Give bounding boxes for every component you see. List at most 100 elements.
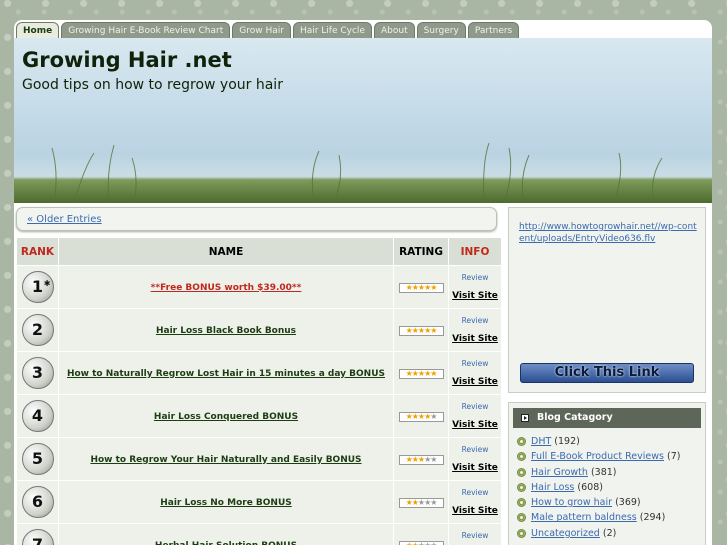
tab-hair-life-cycle[interactable]: Hair Life Cycle [292,22,372,38]
category-link[interactable]: Hair Growth [531,467,588,478]
category-item: Male pattern baldness (294) [517,510,680,525]
visit-site-link[interactable]: Visit Site [449,463,501,473]
info-cell: ReviewVisit Site [448,523,502,545]
name-cell: **Free BONUS worth $39.00** [58,265,394,309]
table-row: 4 Hair Loss Conquered BONUS ★★★★★ Review Vis… [16,394,502,438]
rank-cell: 4 [16,394,59,438]
product-link[interactable]: **Free BONUS worth $39.00** [151,283,302,293]
flower-bullet-icon [517,452,526,462]
older-entries-link[interactable]: « Older Entries [27,214,102,225]
rank-header: RANK [16,237,59,266]
category-item: Full E-Book Product Reviews (7) [517,449,680,464]
category-link[interactable]: Uncategorized [531,528,600,539]
star-rating-icon: ★★★★★ [398,411,444,422]
click-this-link-button[interactable]: Click This Link [520,363,694,383]
review-link[interactable]: Review [449,316,501,325]
category-count: (192) [554,436,580,447]
rank-badge: 7 [21,529,54,545]
name-cell: How to Regrow Your Hair Naturally and Ea… [58,437,394,481]
site-title[interactable]: Growing Hair .net [22,48,232,72]
category-count: (294) [639,512,666,524]
review-link[interactable]: Review [449,402,501,411]
category-link[interactable]: Hair Loss [531,482,574,493]
product-link[interactable]: How to Naturally Regrow Lost Hair in 15 … [67,369,385,379]
tab-partners[interactable]: Partners [467,22,520,38]
rank-badge: 3 [21,357,54,389]
category-widget: Blog Catagory DHT (192) Full E-Book Produ… [508,402,706,545]
visit-site-link[interactable]: Visit Site [449,420,501,430]
older-entries-box: « Older Entries [16,207,497,231]
review-link[interactable]: Review [449,445,501,454]
star-rating-icon: ★★★★★ [398,325,444,336]
table-row: 5 How to Regrow Your Hair Naturally and E… [16,437,502,481]
tab-ebook-review-chart[interactable]: Growing Hair E-Book Review Chart [61,22,231,38]
name-cell: Hair Loss No More BONUS [58,480,394,524]
category-title: Blog Catagory [513,408,701,428]
video-link[interactable]: http://www.howtogrowhair.net//wp-content… [519,221,699,245]
category-count: (2) [602,527,617,539]
review-link[interactable]: Review [449,273,501,282]
top-nav: Home Growing Hair E-Book Review Chart Gr… [16,22,520,38]
rank-badge: 1 ✱ [21,271,54,303]
product-link[interactable]: Hair Loss No More BONUS [160,498,292,508]
star-rating-icon: ★★★★★ [398,540,444,545]
category-link[interactable]: DHT [531,436,551,447]
info-cell: Review Visit Site [448,437,502,481]
tab-about[interactable]: About [373,22,415,38]
visit-site-link[interactable]: Visit Site [449,377,501,387]
star-rating-icon: ★★★★★ [398,282,444,293]
review-link[interactable]: Review [449,488,501,497]
rating-cell: ★★★★★ [393,394,449,438]
site-tagline: Good tips on how to regrow your hair [22,77,283,93]
table-row: 3 How to Naturally Regrow Lost Hair in 15… [16,351,502,395]
star-rating-icon: ★★★★★ [398,454,444,465]
rank-badge: 2 [21,314,54,346]
rating-cell: ★★★★★ [393,265,449,309]
category-count: (608) [577,481,603,493]
rank-cell: 6 [16,480,59,524]
content-area: « Older Entries RANK NAME RATING INFO 1 ✱… [14,203,712,545]
product-link[interactable]: Herbal Hair Solution BONUS [155,541,297,545]
product-link[interactable]: How to Regrow Your Hair Naturally and Ea… [90,455,361,465]
info-cell: Review Visit Site [448,308,502,352]
name-cell: Hair Loss Conquered BONUS [58,394,394,438]
visit-site-link[interactable]: Visit Site [449,291,501,301]
tab-surgery[interactable]: Surgery [416,22,466,38]
category-link[interactable]: How to grow hair [531,497,612,508]
table-row: 7 Herbal Hair Solution BONUS ★★★★★ ReviewVi… [16,523,502,545]
table-row: 1 ✱ **Free BONUS worth $39.00** ★★★★★ Review… [16,265,502,309]
review-link[interactable]: Review [449,359,501,368]
table-row: 2 Hair Loss Black Book Bonus ★★★★★ Review Vi… [16,308,502,352]
product-link[interactable]: Hair Loss Conquered BONUS [154,412,298,422]
rank-cell: 3 [16,351,59,395]
rank-cell: 2 [16,308,59,352]
rating-cell: ★★★★★ [393,480,449,524]
visit-site-link[interactable]: Visit Site [449,506,501,516]
category-link[interactable]: Full E-Book Product Reviews [531,451,664,462]
review-table: RANK NAME RATING INFO 1 ✱ **Free BONUS wor… [16,237,502,545]
category-item: How to grow hair (369) [517,495,680,510]
name-header: NAME [58,237,394,266]
category-item: Uncategorized (2) [517,526,680,541]
name-cell: Hair Loss Black Book Bonus [58,308,394,352]
star-rating-icon: ★★★★★ [398,368,444,379]
header-banner: Growing Hair .net Good tips on how to re… [14,38,712,203]
rank-cell: 7 [16,523,59,545]
info-cell: Review Visit Site [448,394,502,438]
arrow-icon [521,414,529,422]
rating-cell: ★★★★★ [393,351,449,395]
tab-home[interactable]: Home [16,22,60,38]
visit-site-link[interactable]: Visit Site [449,334,501,344]
flower-bullet-icon [517,467,526,477]
rating-cell: ★★★★★ [393,308,449,352]
flower-bullet-icon [517,513,526,523]
rank-cell: 1 ✱ [16,265,59,309]
product-link[interactable]: Hair Loss Black Book Bonus [156,326,296,336]
tab-grow-hair[interactable]: Grow Hair [232,22,291,38]
info-cell: Review Visit Site [448,351,502,395]
flower-bullet-icon [517,498,526,508]
category-link[interactable]: Male pattern baldness [531,512,637,523]
star-icon: ✱ [43,279,51,288]
review-link[interactable]: Review [449,531,501,540]
name-cell: How to Naturally Regrow Lost Hair in 15 … [58,351,394,395]
